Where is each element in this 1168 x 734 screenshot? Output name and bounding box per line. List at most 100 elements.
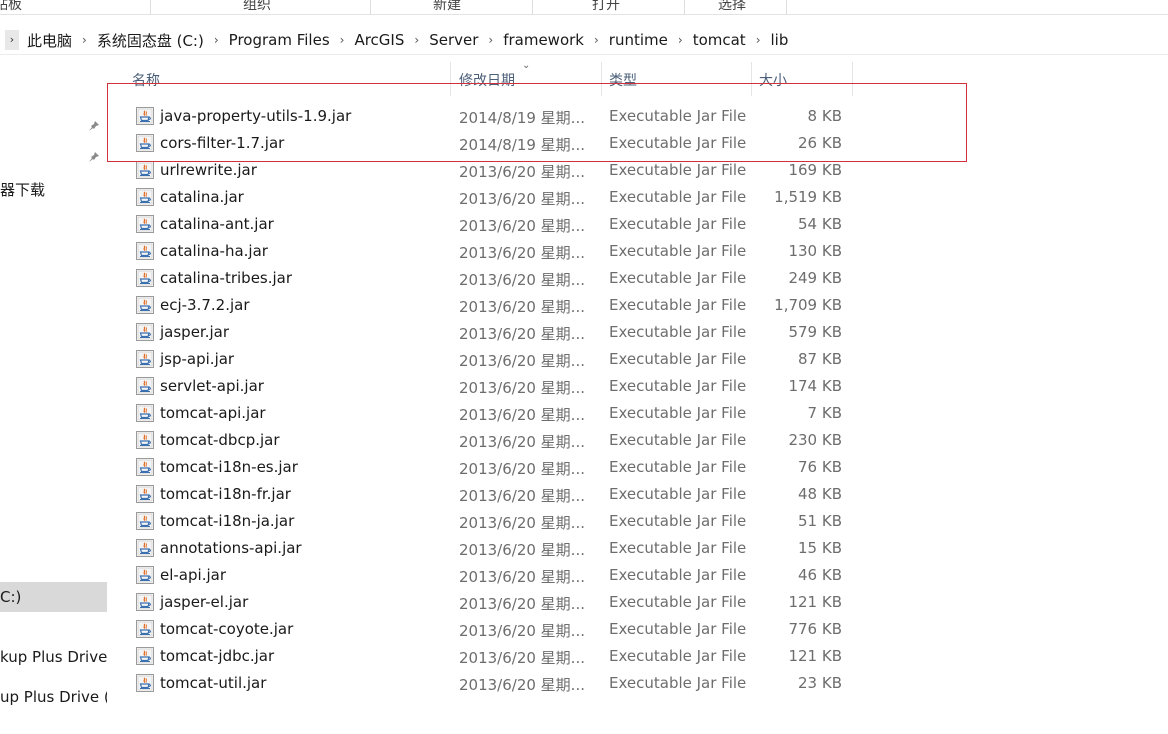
- file-name: tomcat-i18n-es.jar: [160, 458, 298, 476]
- file-modified-date: 2013/6/20 星期...: [459, 244, 585, 262]
- chevron-right-icon[interactable]: ›: [414, 33, 419, 47]
- ribbon-group-select[interactable]: 选择: [684, 0, 787, 14]
- table-row[interactable]: tomcat-i18n-es.jar 2013/6/20 星期... Executa…: [110, 455, 855, 482]
- nav-item-backup-drive-e[interactable]: up Plus Drive (E: [0, 688, 107, 710]
- table-row[interactable]: java-property-utils-1.9.jar 2014/8/19 星期.…: [110, 104, 855, 131]
- file-name: catalina-ha.jar: [160, 242, 268, 260]
- file-modified-date: 2013/6/20 星期...: [459, 217, 585, 235]
- java-jar-icon: [135, 484, 155, 504]
- column-header-type[interactable]: 类型: [602, 62, 752, 96]
- table-row[interactable]: cors-filter-1.7.jar 2014/8/19 星期... Execut…: [110, 131, 855, 158]
- file-type: Executable Jar File: [609, 323, 747, 341]
- file-size: 121 KB: [788, 647, 842, 665]
- file-size: 230 KB: [788, 431, 842, 449]
- address-bar[interactable]: › 此电脑 › 系统固态盘 (C:) › Program Files › Arc…: [0, 24, 1168, 55]
- ribbon-group-label: 贴板: [0, 0, 22, 13]
- file-modified-date: 2013/6/20 星期...: [459, 406, 585, 424]
- table-row[interactable]: catalina.jar 2013/6/20 星期... Executable Ja…: [110, 185, 855, 212]
- nav-item-backup-drive[interactable]: kup Plus Drive (: [0, 648, 107, 670]
- table-row[interactable]: jsp-api.jar 2013/6/20 星期... Executable Jar…: [110, 347, 855, 374]
- file-name: tomcat-i18n-ja.jar: [160, 512, 295, 530]
- table-row[interactable]: ecj-3.7.2.jar 2013/6/20 星期... Executable J…: [110, 293, 855, 320]
- chevron-right-icon[interactable]: ›: [214, 33, 219, 47]
- ribbon-group-open[interactable]: 打开: [532, 0, 685, 14]
- breadcrumb-item[interactable]: ArcGIS: [354, 31, 404, 49]
- table-row[interactable]: annotations-api.jar 2013/6/20 星期... Execut…: [110, 536, 855, 563]
- table-row[interactable]: el-api.jar 2013/6/20 星期... Executable Jar …: [110, 563, 855, 590]
- pin-icon[interactable]: [88, 120, 102, 134]
- column-header-label: 修改日期: [459, 73, 515, 89]
- file-type: Executable Jar File: [609, 458, 747, 476]
- table-row[interactable]: catalina-ha.jar 2013/6/20 星期... Executable…: [110, 239, 855, 266]
- java-jar-icon: [135, 106, 155, 126]
- table-row[interactable]: jasper-el.jar 2013/6/20 星期... Executable J…: [110, 590, 855, 617]
- file-modified-date: 2013/6/20 星期...: [459, 676, 585, 694]
- file-size: 15 KB: [798, 539, 842, 557]
- breadcrumb-item[interactable]: 此电脑: [27, 30, 72, 51]
- file-modified-date: 2013/6/20 星期...: [459, 379, 585, 397]
- table-row[interactable]: tomcat-i18n-ja.jar 2013/6/20 星期... Executa…: [110, 509, 855, 536]
- file-size: 51 KB: [798, 512, 842, 530]
- file-type: Executable Jar File: [609, 377, 747, 395]
- file-type: Executable Jar File: [609, 593, 747, 611]
- chevron-right-icon[interactable]: ›: [488, 33, 493, 47]
- chevron-right-icon[interactable]: ›: [82, 33, 87, 47]
- breadcrumb-item[interactable]: framework: [503, 31, 584, 49]
- column-header-label: 类型: [609, 73, 637, 89]
- file-modified-date: 2013/6/20 星期...: [459, 190, 585, 208]
- breadcrumb-item[interactable]: runtime: [609, 31, 668, 49]
- file-modified-date: 2013/6/20 星期...: [459, 541, 585, 559]
- file-size: 169 KB: [788, 161, 842, 179]
- file-name: tomcat-i18n-fr.jar: [160, 485, 291, 503]
- table-row[interactable]: tomcat-jdbc.jar 2013/6/20 星期... Executable…: [110, 644, 855, 671]
- nav-item-drive-c[interactable]: C:): [0, 582, 107, 612]
- file-size: 1,709 KB: [774, 296, 842, 314]
- table-row[interactable]: tomcat-dbcp.jar 2013/6/20 星期... Executable…: [110, 428, 855, 455]
- file-name: catalina-ant.jar: [160, 215, 274, 233]
- column-header-size[interactable]: 大小: [752, 62, 853, 96]
- file-modified-date: 2013/6/20 星期...: [459, 649, 585, 667]
- ribbon-group-organize[interactable]: 组织: [150, 0, 371, 14]
- ribbon-group-new[interactable]: 新建: [370, 0, 533, 14]
- table-row[interactable]: servlet-api.jar 2013/6/20 星期... Executable…: [110, 374, 855, 401]
- table-row[interactable]: catalina-tribes.jar 2013/6/20 星期... Execut…: [110, 266, 855, 293]
- file-name: catalina.jar: [160, 188, 244, 206]
- file-type: Executable Jar File: [609, 134, 747, 152]
- chevron-right-icon[interactable]: ›: [594, 33, 599, 47]
- breadcrumb-item[interactable]: tomcat: [693, 31, 746, 49]
- chevron-right-icon[interactable]: ›: [5, 30, 19, 50]
- chevron-right-icon[interactable]: ›: [756, 33, 761, 47]
- file-name: jasper-el.jar: [160, 593, 249, 611]
- table-row[interactable]: tomcat-i18n-fr.jar 2013/6/20 星期... Executa…: [110, 482, 855, 509]
- file-size: 1,519 KB: [774, 188, 842, 206]
- file-name: el-api.jar: [160, 566, 226, 584]
- breadcrumb-item-current[interactable]: lib: [771, 31, 789, 49]
- pin-icon[interactable]: [88, 151, 102, 165]
- java-jar-icon: [135, 538, 155, 558]
- file-modified-date: 2013/6/20 星期...: [459, 595, 585, 613]
- breadcrumb-item[interactable]: 系统固态盘 (C:): [97, 30, 204, 51]
- table-row[interactable]: tomcat-util.jar 2013/6/20 星期... Executable…: [110, 671, 855, 698]
- table-row[interactable]: jasper.jar 2013/6/20 星期... Executable Jar …: [110, 320, 855, 347]
- java-jar-icon: [135, 430, 155, 450]
- table-row[interactable]: urlrewrite.jar 2013/6/20 星期... Executable …: [110, 158, 855, 185]
- file-size: 579 KB: [788, 323, 842, 341]
- chevron-right-icon[interactable]: ›: [678, 33, 683, 47]
- breadcrumb-item[interactable]: Server: [429, 31, 478, 49]
- chevron-right-icon[interactable]: ›: [340, 33, 345, 47]
- file-name: catalina-tribes.jar: [160, 269, 293, 287]
- sort-down-icon: ⌄: [522, 60, 531, 71]
- breadcrumb-item[interactable]: Program Files: [229, 31, 330, 49]
- file-size: 776 KB: [788, 620, 842, 638]
- java-jar-icon: [135, 214, 155, 234]
- ribbon-group-clipboard[interactable]: 贴板: [0, 0, 151, 14]
- nav-item-downloads[interactable]: 器下载: [0, 179, 107, 201]
- column-header-name[interactable]: 名称: [110, 62, 451, 96]
- table-row[interactable]: tomcat-api.jar 2013/6/20 星期... Executable …: [110, 401, 855, 428]
- column-header-row: 名称 修改日期 类型 大小 ⌄: [110, 60, 855, 96]
- file-name: servlet-api.jar: [160, 377, 264, 395]
- table-row[interactable]: tomcat-coyote.jar 2013/6/20 星期... Executab…: [110, 617, 855, 644]
- file-type: Executable Jar File: [609, 404, 747, 422]
- table-row[interactable]: catalina-ant.jar 2013/6/20 星期... Executabl…: [110, 212, 855, 239]
- file-size: 174 KB: [788, 377, 842, 395]
